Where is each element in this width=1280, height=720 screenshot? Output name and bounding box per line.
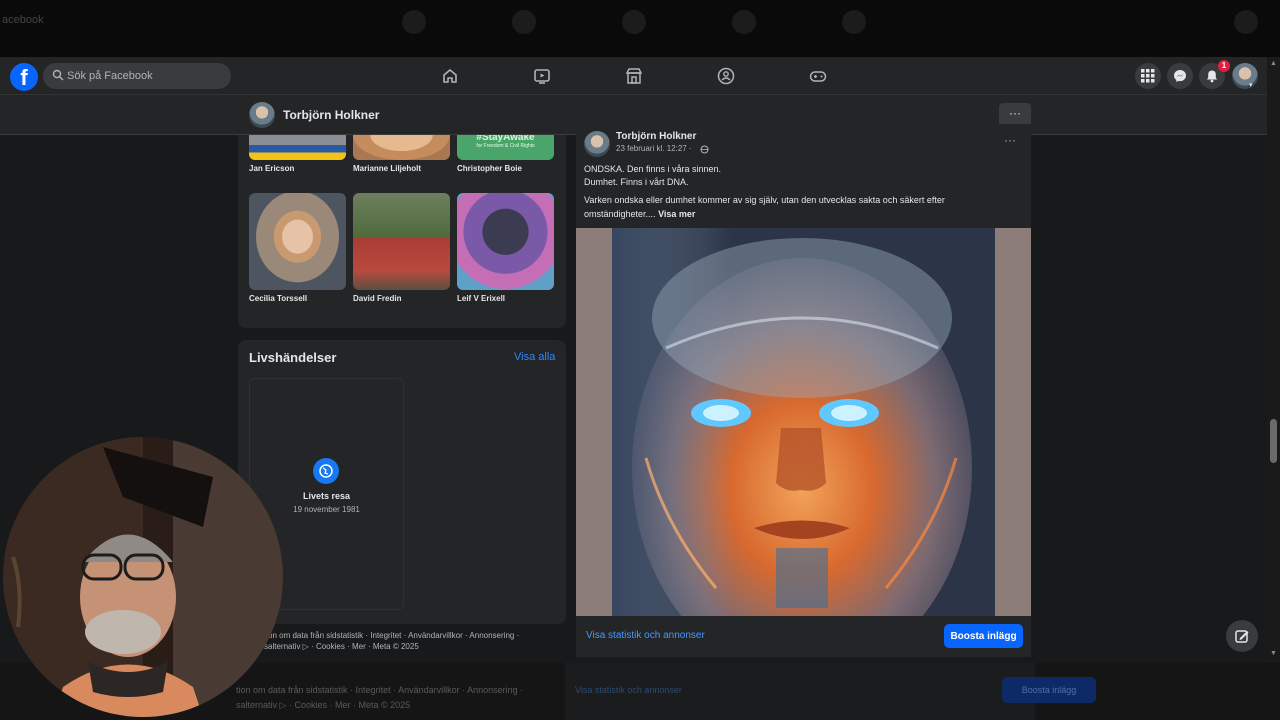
friend-name[interactable]: Leif V Erixell bbox=[457, 294, 505, 303]
post-card: Torbjörn Holkner 23 februari kl. 12:27 ·… bbox=[576, 124, 1031, 657]
post-more-button[interactable]: ··· bbox=[1004, 133, 1016, 147]
scroll-up-icon[interactable]: ▲ bbox=[1270, 60, 1277, 67]
post-text-line: Varken ondska eller dumhet kommer av sig… bbox=[584, 195, 945, 205]
friend-thumb-text: #StayAwake bbox=[476, 135, 535, 143]
friend-name[interactable]: Cecilia Torssell bbox=[249, 294, 307, 303]
chevron-down-icon[interactable]: ▾ bbox=[1249, 81, 1253, 89]
life-event-date: 19 november 1981 bbox=[293, 505, 360, 514]
notification-badge: 1 bbox=[1218, 60, 1230, 72]
see-all-link[interactable]: Visa alla bbox=[514, 351, 555, 363]
friend-thumb-subtext: for Freedom & Civil Rights bbox=[476, 143, 535, 149]
top-strip: acebook bbox=[0, 0, 1280, 57]
boost-post-button[interactable]: Boosta inlägg bbox=[944, 624, 1023, 648]
scroll-down-icon[interactable]: ▼ bbox=[1270, 650, 1277, 657]
profile-avatar[interactable] bbox=[249, 102, 275, 128]
friend-photo[interactable] bbox=[249, 193, 346, 290]
bottom-ghost-button: Boosta inlägg bbox=[1002, 677, 1096, 703]
post-timestamp[interactable]: 23 februari kl. 12:27 · bbox=[616, 144, 692, 153]
globe-icon bbox=[313, 458, 339, 484]
friend-name[interactable]: Jan Ericson bbox=[249, 164, 294, 173]
post-author-avatar[interactable] bbox=[584, 131, 610, 157]
footer-links[interactable]: tion om data från sidstatistik · Integri… bbox=[264, 631, 519, 640]
top-navigation-bar: f ▾ bbox=[0, 57, 1267, 95]
top-strip-ghost-text: acebook bbox=[2, 14, 44, 26]
life-events-title: Livshändelser bbox=[249, 350, 337, 365]
facebook-logo-icon[interactable]: f bbox=[10, 63, 38, 91]
post-text-line: Dumhet. Finns i vårt DNA. bbox=[584, 177, 689, 187]
globe-icon bbox=[700, 145, 709, 154]
friend-photo[interactable] bbox=[457, 193, 554, 290]
webcam-overlay bbox=[3, 437, 283, 717]
webcam-video bbox=[3, 437, 283, 717]
new-message-button[interactable] bbox=[1226, 620, 1258, 652]
friend-name[interactable]: David Fredin bbox=[353, 294, 401, 303]
ghost-icon bbox=[842, 10, 866, 34]
messenger-button[interactable] bbox=[1167, 63, 1193, 89]
search-icon bbox=[52, 69, 64, 81]
post-actions-bar: Visa statistik och annonser Boosta inläg… bbox=[576, 616, 1031, 657]
friends-card: #StayAwake for Freedom & Civil Rights Ja… bbox=[238, 135, 566, 328]
friend-name[interactable]: Christopher Boie bbox=[457, 164, 522, 173]
post-image[interactable] bbox=[576, 228, 1031, 616]
profile-name[interactable]: Torbjörn Holkner bbox=[283, 108, 379, 122]
marketplace-icon[interactable] bbox=[624, 66, 644, 86]
messenger-icon bbox=[1174, 70, 1186, 82]
ghost-icon bbox=[512, 10, 536, 34]
friend-photo[interactable] bbox=[353, 135, 450, 160]
friend-name[interactable]: Marianne Liljeholt bbox=[353, 164, 421, 173]
friend-photo[interactable]: #StayAwake for Freedom & Civil Rights bbox=[457, 135, 554, 160]
footer-links[interactable]: salternativ ▷ · Cookies · Mer · Meta © 2… bbox=[264, 642, 419, 651]
life-event-name[interactable]: Livets resa bbox=[249, 491, 404, 501]
post-text-truncated: omständigheter.... bbox=[584, 209, 656, 219]
ghost-icon bbox=[402, 10, 426, 34]
account-avatar[interactable] bbox=[1232, 63, 1258, 89]
scroll-thumb[interactable] bbox=[1270, 419, 1277, 463]
gaming-icon[interactable] bbox=[808, 66, 828, 86]
see-more-link[interactable]: Visa mer bbox=[658, 209, 695, 219]
bottom-ghost-text: Boosta inlägg bbox=[1021, 685, 1077, 695]
post-author[interactable]: Torbjörn Holkner bbox=[616, 131, 696, 142]
menu-button[interactable] bbox=[1135, 63, 1161, 89]
groups-icon[interactable] bbox=[716, 66, 736, 86]
video-icon[interactable] bbox=[532, 66, 552, 86]
view-insights-link[interactable]: Visa statistik och annonser bbox=[586, 630, 705, 641]
friend-photo[interactable] bbox=[249, 135, 346, 160]
post-image-art bbox=[612, 228, 995, 616]
grid-menu-icon bbox=[1141, 69, 1155, 83]
compose-icon bbox=[1235, 630, 1249, 643]
ghost-icon bbox=[1234, 10, 1258, 34]
friend-photo[interactable] bbox=[353, 193, 450, 290]
post-text-line: ONDSKA. Den finns i våra sinnen. bbox=[584, 164, 722, 174]
search-box[interactable] bbox=[43, 63, 231, 89]
bottom-ghost-text: Visa statistik och annonser bbox=[575, 685, 682, 695]
search-input[interactable] bbox=[67, 67, 227, 85]
ghost-icon bbox=[732, 10, 756, 34]
bottom-ghost-text: tion om data från sidstatistik · Integri… bbox=[236, 685, 524, 695]
bell-icon bbox=[1207, 70, 1217, 83]
bottom-ghost-text: salternativ ▷ · Cookies · Mer · Meta © 2… bbox=[236, 700, 411, 710]
ghost-icon bbox=[622, 10, 646, 34]
home-icon[interactable] bbox=[440, 66, 460, 86]
post-text-line: omständigheter.... Visa mer bbox=[584, 209, 695, 219]
scrollbar[interactable]: ▲ ▼ bbox=[1267, 57, 1280, 663]
